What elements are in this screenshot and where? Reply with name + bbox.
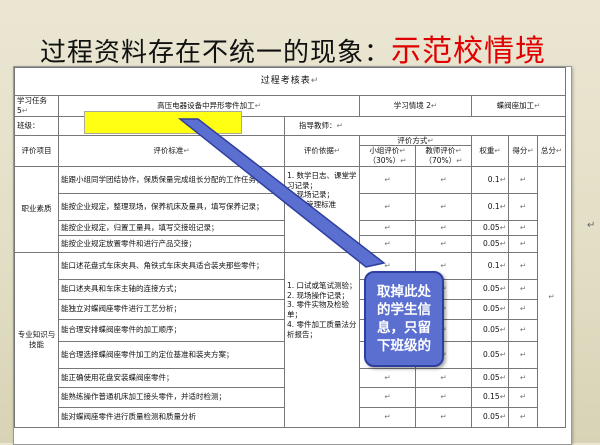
assessment-form: 过程考核表↵ 学习任务 5↵ 高压电器设备中异形零件加工↵ 学习情境 2↵ 蝶阀… [13, 66, 572, 445]
slide-title: 过程资料存在不统一的现象：示范校情境 [40, 26, 546, 69]
text-cursor-icon: ↵ [587, 220, 596, 231]
annotation-callout: 取掉此处的学生信息，只留下班级的 [364, 271, 444, 367]
callout-text: 取掉此处的学生信息，只留下班级的 [377, 283, 431, 355]
slide-title-emphasis: 示范校情境 [391, 34, 547, 69]
slide-title-main: 过程资料存在不统一的现象： [40, 38, 392, 68]
callout-pointer [177, 118, 386, 268]
